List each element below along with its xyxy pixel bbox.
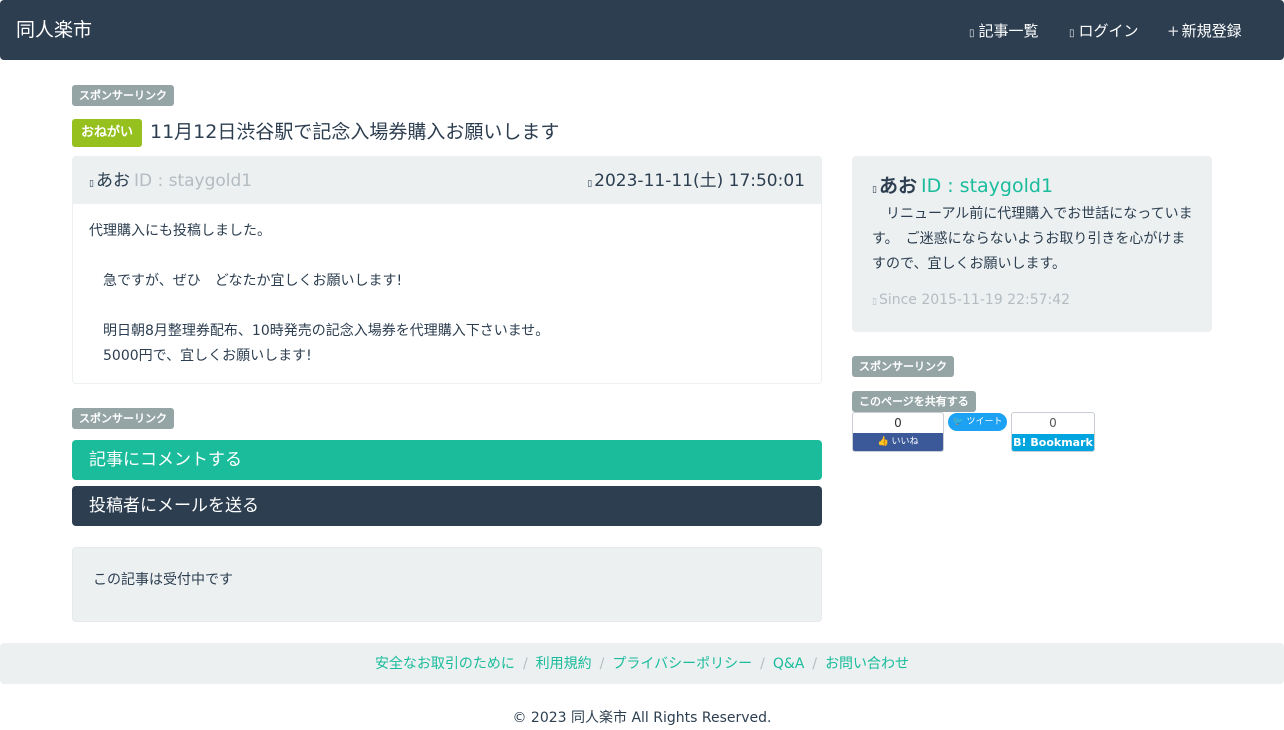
nav-login-label: ログイン [1078, 22, 1139, 40]
post-line-blank [89, 294, 809, 319]
post-line: 5000円で、宜しくお願いします! [89, 348, 312, 364]
footer-link-safety[interactable]: 安全なお取引のために [375, 656, 515, 672]
facebook-like-widget[interactable]: 0 👍 いいね [852, 412, 944, 452]
status-text: この記事は受付中です [93, 572, 233, 588]
post-line: 明日朝8月整理券配布、10時発売の記念入場券を代理購入下さいませ。 [89, 323, 550, 339]
mail-poster-button[interactable]: 投稿者にメールを送る [72, 486, 822, 526]
plus-icon: + [1167, 22, 1180, 40]
copyright: © 2023 同人楽市 All Rights Reserved. [512, 710, 772, 726]
nav-article-list-label: 記事一覧 [978, 22, 1039, 40]
post-line-blank [89, 244, 809, 269]
footer-link-contact[interactable]: お問い合わせ [825, 656, 909, 672]
nav-login[interactable]: ▯ ログイン [1069, 20, 1139, 45]
footer-link-privacy[interactable]: プライバシーポリシー [612, 656, 752, 672]
page-title: 11月12日渋谷駅で記念入場券購入お願いします [150, 121, 560, 143]
hatena-bookmark-widget[interactable]: 0 B! Bookmark [1011, 412, 1095, 452]
profile-card: ▯ あお ID : staygold1 リニューアル前に代理購入でお世話になっていま… [852, 156, 1212, 332]
post-line: 代理購入にも投稿しました。 [89, 223, 271, 239]
twitter-bird-icon: 🐦 [952, 417, 964, 427]
post-panel: ▯ あお ID : staygold1 ▯ 2023-11-11(土) 17:50:0… [72, 156, 822, 384]
post-line: 急ですが、ぜひ どなたか宜しくお願いします! [89, 273, 403, 289]
list-icon: ▯ [969, 28, 975, 39]
footer-links: 安全なお取引のために / 利用規約 / プライバシーポリシー / Q&A / お問い合わせ [0, 653, 1284, 675]
footer-link-terms[interactable]: 利用規約 [536, 656, 592, 672]
footer-separator: / [760, 656, 765, 672]
sponsor-label-middle: スポンサーリンク [72, 408, 174, 429]
sponsor-label-top: スポンサーリンク [72, 85, 174, 106]
facebook-like-button[interactable]: 👍 いいね [853, 433, 943, 451]
post-header: ▯ あお ID : staygold1 ▯ 2023-11-11(土) 17:50:0… [73, 157, 821, 204]
footer-separator: / [599, 656, 605, 672]
sponsor-label-sidebar: スポンサーリンク [852, 356, 954, 377]
footer-link-qa[interactable]: Q&A [773, 656, 805, 672]
profile-id-link[interactable]: ID : staygold1 [921, 175, 1053, 197]
tweet-button[interactable]: 🐦 ツイート [948, 413, 1007, 431]
share-label: このページを共有する [852, 391, 976, 412]
post-date: ▯ 2023-11-11(土) 17:50:01 [587, 169, 805, 196]
facebook-like-count: 0 [894, 416, 902, 430]
post-author-name: あお [95, 171, 130, 191]
category-badge: おねがい [72, 119, 143, 147]
nav-register[interactable]: + 新規登録 [1167, 20, 1242, 42]
profile-since-text: Since 2015-11-19 22:57:42 [878, 292, 1071, 308]
clock-icon: ▯ [587, 179, 593, 189]
status-well: この記事は受付中です [72, 547, 822, 622]
profile-since: ▯ Since 2015-11-19 22:57:42 [872, 290, 1070, 312]
footer-separator: / [522, 656, 528, 672]
post-author: ▯ あお ID : staygold1 [89, 169, 252, 196]
hatena-bookmark-button[interactable]: B! Bookmark [1012, 434, 1094, 451]
profile-name-text: あお [878, 175, 917, 197]
user-icon: ▯ [872, 185, 877, 195]
hatena-bookmark-count: 0 [1049, 416, 1057, 430]
tweet-button-label: ツイート [966, 417, 1003, 427]
nav-article-list[interactable]: ▯ 記事一覧 [969, 20, 1039, 45]
nav-register-label: 新規登録 [1181, 22, 1242, 40]
user-icon: ▯ [89, 179, 94, 189]
post-author-id: ID : staygold1 [133, 171, 253, 191]
navbar: 同人楽市 ▯ 記事一覧 ▯ ログイン + 新規登録 [0, 0, 1284, 60]
profile-bio: リニューアル前に代理購入でお世話になっています。 ご迷惑にならないようお取り引き… [872, 206, 1193, 272]
post-body: 代理購入にも投稿しました。 急ですが、ぜひ どなたか宜しくお願いします! 明日朝… [89, 219, 809, 369]
calendar-icon: ▯ [872, 297, 877, 307]
brand-logo[interactable]: 同人楽市 [16, 17, 92, 43]
post-date-value: 2023-11-11(土) 17:50:01 [594, 171, 805, 191]
comment-button[interactable]: 記事にコメントする [72, 440, 822, 480]
profile-name: ▯ あお ID : staygold1 [872, 173, 1053, 203]
footer-nav: 安全なお取引のために / 利用規約 / プライバシーポリシー / Q&A / お問い合わせ [0, 643, 1284, 684]
footer-separator: / [812, 656, 818, 672]
login-icon: ▯ [1069, 28, 1075, 39]
